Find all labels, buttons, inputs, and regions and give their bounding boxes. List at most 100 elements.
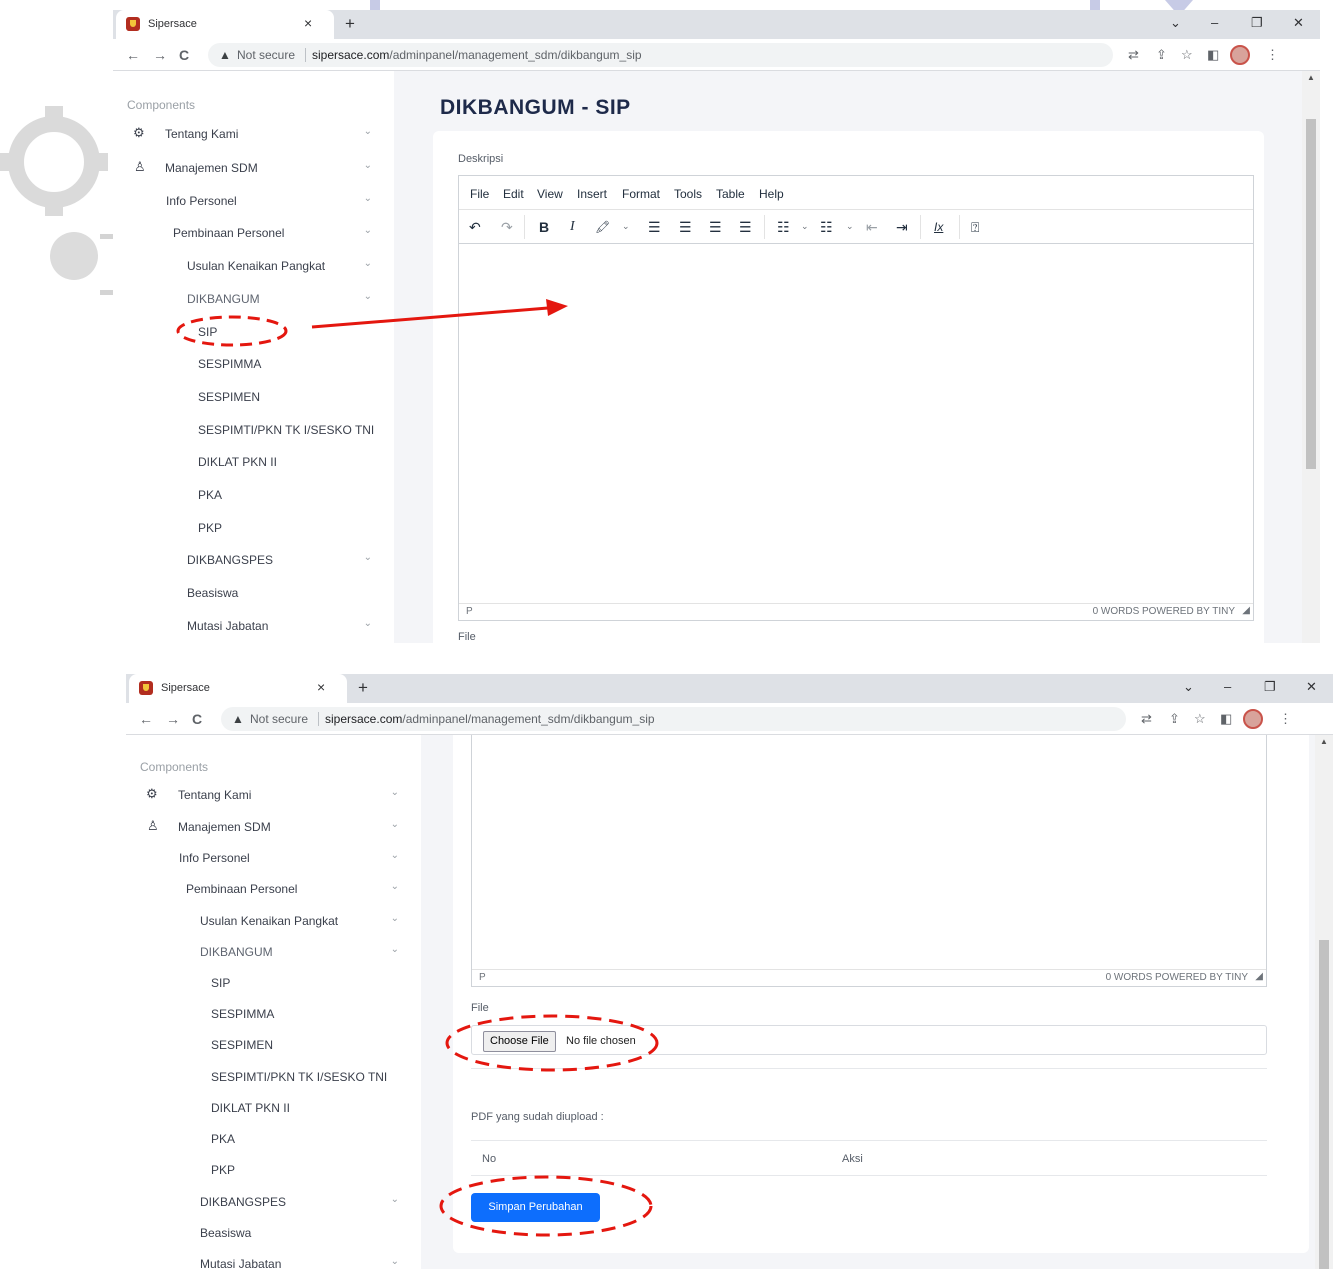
outdent-icon[interactable]: ⇤	[866, 219, 878, 235]
forward-icon[interactable]: →	[153, 47, 167, 63]
highlight-color-icon[interactable]: 🖍	[595, 219, 610, 235]
browser-tab[interactable]: Sipersace ×	[129, 674, 347, 703]
sidebar-item-dikbangspes[interactable]: DIKBANGSPES ⌄	[126, 1190, 421, 1214]
sidebar-item-dikbangum[interactable]: DIKBANGUM ⌄	[113, 287, 394, 311]
sidebar-item-pembinaan-personel[interactable]: Pembinaan Personel ⌄	[113, 221, 394, 245]
editor-menu-format[interactable]: Format	[622, 187, 660, 201]
side-panel-icon[interactable]: ◧	[1207, 47, 1219, 63]
editor-menu-edit[interactable]: Edit	[503, 187, 524, 201]
editor-menu-view[interactable]: View	[537, 187, 563, 201]
sidebar-item-info-personel[interactable]: Info Personel ⌄	[113, 189, 394, 213]
bookmark-star-icon[interactable]: ☆	[1181, 47, 1193, 63]
bold-icon[interactable]: B	[539, 219, 549, 235]
back-icon[interactable]: ←	[139, 711, 153, 727]
word-count-powered-by[interactable]: 0 WORDS POWERED BY TINY	[1093, 606, 1235, 617]
indent-icon[interactable]: ⇥	[896, 219, 908, 235]
sidebar-item-sip[interactable]: SIP	[113, 320, 394, 344]
translate-icon[interactable]: ⇄	[1128, 47, 1139, 63]
element-path[interactable]: P	[466, 606, 473, 617]
close-window-button[interactable]: ✕	[1306, 679, 1317, 695]
tab-close-icon[interactable]: ×	[317, 679, 325, 695]
tab-search-icon[interactable]: ⌄	[1170, 15, 1181, 31]
align-left-icon[interactable]: ☰	[648, 219, 661, 235]
tab-close-icon[interactable]: ×	[304, 15, 312, 31]
sidebar-item-diklat-pkn-ii[interactable]: DIKLAT PKN II	[113, 450, 394, 474]
new-tab-button[interactable]: +	[358, 678, 368, 698]
restore-button[interactable]: ❐	[1264, 679, 1276, 695]
sidebar-item-sespimti[interactable]: SESPIMTI/PKN TK I/SESKO TNI	[113, 418, 394, 442]
sidebar-item-beasiswa[interactable]: Beasiswa	[126, 1221, 421, 1245]
clear-format-icon[interactable]: Ix	[934, 219, 943, 235]
reload-icon[interactable]: C	[179, 47, 189, 63]
numbered-list-icon[interactable]: ☷	[820, 219, 833, 235]
reload-icon[interactable]: C	[192, 711, 202, 727]
back-icon[interactable]: ←	[126, 47, 140, 63]
editor-menu-insert[interactable]: Insert	[577, 187, 607, 201]
profile-avatar[interactable]	[1243, 709, 1263, 729]
rich-text-editor[interactable]: P 0 WORDS POWERED BY TINY ◢	[471, 735, 1267, 987]
editor-menu-file[interactable]: File	[470, 187, 489, 201]
sidebar-item-mutasi-jabatan[interactable]: Mutasi Jabatan ⌄	[126, 1252, 421, 1269]
scroll-up-icon[interactable]: ▲	[1307, 73, 1315, 82]
sidebar-item-pka[interactable]: PKA	[113, 483, 394, 507]
address-bar[interactable]: ▲ Not secure sipersace.com/adminpanel/ma…	[208, 43, 1113, 67]
sidebar-item-mutasi-jabatan[interactable]: Mutasi Jabatan ⌄	[113, 614, 394, 638]
sidebar-item-diklat-pkn-ii[interactable]: DIKLAT PKN II	[126, 1096, 421, 1120]
bookmark-star-icon[interactable]: ☆	[1194, 711, 1206, 727]
help-icon[interactable]: ⍰	[971, 219, 979, 235]
scroll-thumb[interactable]	[1319, 940, 1329, 1269]
sidebar-item-sip[interactable]: SIP	[126, 971, 421, 995]
word-count-powered-by[interactable]: 0 WORDS POWERED BY TINY	[1106, 972, 1248, 983]
sidebar-item-pka[interactable]: PKA	[126, 1127, 421, 1151]
save-changes-button[interactable]: Simpan Perubahan	[471, 1193, 600, 1222]
resize-handle-icon[interactable]: ◢	[1242, 605, 1250, 616]
sidebar-item-usulan-kenaikan-pangkat[interactable]: Usulan Kenaikan Pangkat ⌄	[113, 254, 394, 278]
sidebar-item-sespimma[interactable]: SESPIMMA	[113, 352, 394, 376]
sidebar-item-pembinaan-personel[interactable]: Pembinaan Personel ⌄	[126, 877, 421, 901]
page-scrollbar[interactable]: ▲	[1315, 735, 1333, 1269]
sidebar-item-usulan-kenaikan-pangkat[interactable]: Usulan Kenaikan Pangkat ⌄	[126, 909, 421, 933]
editor-menu-table[interactable]: Table	[716, 187, 745, 201]
resize-handle-icon[interactable]: ◢	[1255, 971, 1263, 982]
bullet-list-icon[interactable]: ☷	[777, 219, 790, 235]
sidebar-item-manajemen-sdm[interactable]: ♙ Manajemen SDM ⌄	[126, 815, 421, 839]
sidebar-item-sespimti[interactable]: SESPIMTI/PKN TK I/SESKO TNI	[126, 1065, 421, 1089]
chevron-down-icon[interactable]: ⌄	[801, 221, 809, 232]
editor-menu-help[interactable]: Help	[759, 187, 784, 201]
choose-file-button[interactable]: Choose File	[483, 1031, 556, 1052]
close-window-button[interactable]: ✕	[1293, 15, 1304, 31]
rich-text-editor[interactable]: File Edit View Insert Format Tools Table…	[458, 175, 1254, 621]
sidebar-item-beasiswa[interactable]: Beasiswa	[113, 581, 394, 605]
translate-icon[interactable]: ⇄	[1141, 711, 1152, 727]
sidebar-item-info-personel[interactable]: Info Personel ⌄	[126, 846, 421, 870]
justify-icon[interactable]: ☰	[739, 219, 752, 235]
italic-icon[interactable]: I	[570, 219, 575, 235]
align-center-icon[interactable]: ☰	[679, 219, 692, 235]
sidebar-item-dikbangspes[interactable]: DIKBANGSPES ⌄	[113, 548, 394, 572]
sidebar-item-sespimen[interactable]: SESPIMEN	[126, 1033, 421, 1057]
share-icon[interactable]: ⇪	[1169, 711, 1180, 727]
sidebar-item-sespimen[interactable]: SESPIMEN	[113, 385, 394, 409]
chevron-down-icon[interactable]: ⌄	[846, 221, 854, 232]
share-icon[interactable]: ⇪	[1156, 47, 1167, 63]
minimize-button[interactable]: –	[1224, 679, 1231, 694]
page-scrollbar[interactable]: ▲	[1302, 71, 1320, 643]
forward-icon[interactable]: →	[166, 711, 180, 727]
sidebar-item-dikbangum[interactable]: DIKBANGUM ⌄	[126, 940, 421, 964]
chevron-down-icon[interactable]: ⌄	[622, 221, 630, 232]
minimize-button[interactable]: –	[1211, 15, 1218, 30]
profile-avatar[interactable]	[1230, 45, 1250, 65]
side-panel-icon[interactable]: ◧	[1220, 711, 1232, 727]
file-input[interactable]: Choose File No file chosen	[471, 1025, 1267, 1055]
restore-button[interactable]: ❐	[1251, 15, 1263, 31]
sidebar-item-manajemen-sdm[interactable]: ♙ Manajemen SDM ⌄	[113, 156, 394, 180]
browser-menu-icon[interactable]: ⋮	[1279, 711, 1292, 727]
tab-search-icon[interactable]: ⌄	[1183, 679, 1194, 695]
editor-menu-tools[interactable]: Tools	[674, 187, 702, 201]
sidebar-item-tentang-kami[interactable]: ⚙ Tentang Kami ⌄	[126, 783, 421, 807]
sidebar-item-sespimma[interactable]: SESPIMMA	[126, 1002, 421, 1026]
undo-icon[interactable]: ↶	[469, 219, 481, 235]
sidebar-item-pkp[interactable]: PKP	[126, 1158, 421, 1182]
redo-icon[interactable]: ↷	[501, 219, 513, 235]
align-right-icon[interactable]: ☰	[709, 219, 722, 235]
